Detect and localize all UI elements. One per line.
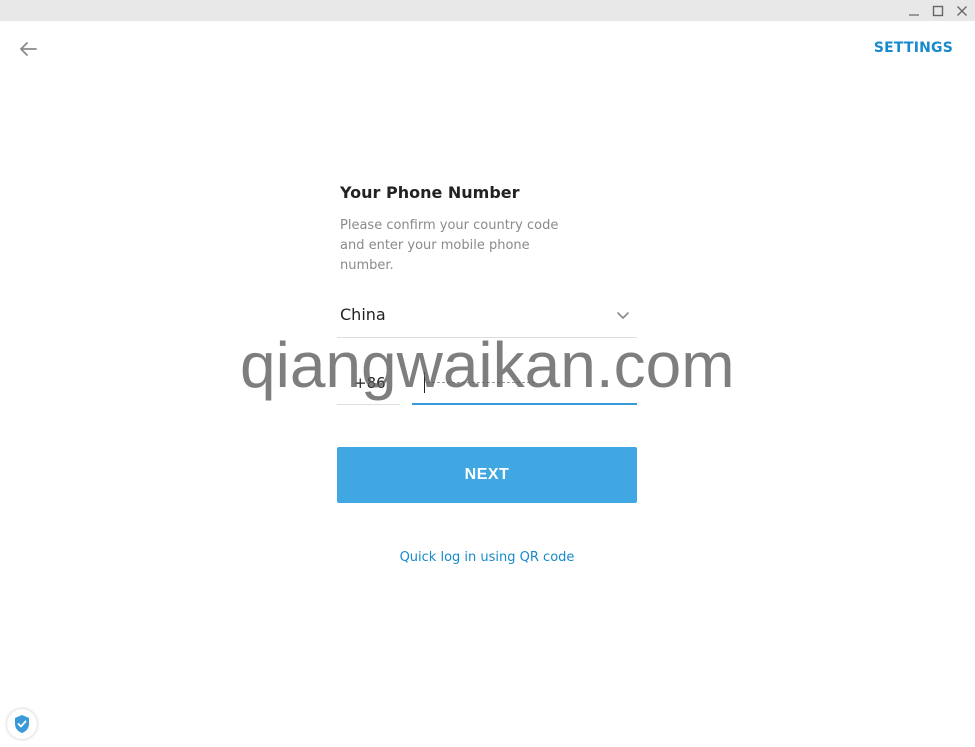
country-code-value: +86 xyxy=(354,374,386,392)
page-title: Your Phone Number xyxy=(340,183,520,202)
close-button[interactable] xyxy=(950,0,974,21)
settings-link[interactable]: SETTINGS xyxy=(874,40,953,56)
close-icon xyxy=(957,5,967,16)
security-badge[interactable] xyxy=(7,709,37,739)
shield-check-icon xyxy=(15,715,29,733)
back-button[interactable] xyxy=(14,36,42,62)
maximize-icon xyxy=(932,5,944,16)
arrow-left-icon xyxy=(20,42,37,56)
qr-login-link[interactable]: Quick log in using QR code xyxy=(337,550,637,565)
chevron-down-icon xyxy=(617,312,629,319)
country-code-field[interactable]: +86 xyxy=(337,366,400,405)
country-select[interactable]: China xyxy=(337,298,637,338)
minimize-button[interactable] xyxy=(902,0,926,21)
window-titlebar xyxy=(0,0,975,21)
text-caret xyxy=(424,372,425,393)
phone-number-input[interactable] xyxy=(424,372,629,396)
next-button[interactable]: NEXT xyxy=(337,447,637,503)
minimize-icon xyxy=(909,13,919,16)
page-description: Please confirm your country code and ent… xyxy=(340,218,559,273)
maximize-button[interactable] xyxy=(926,0,950,21)
phone-number-field[interactable] xyxy=(412,366,637,405)
country-name: China xyxy=(340,305,386,324)
